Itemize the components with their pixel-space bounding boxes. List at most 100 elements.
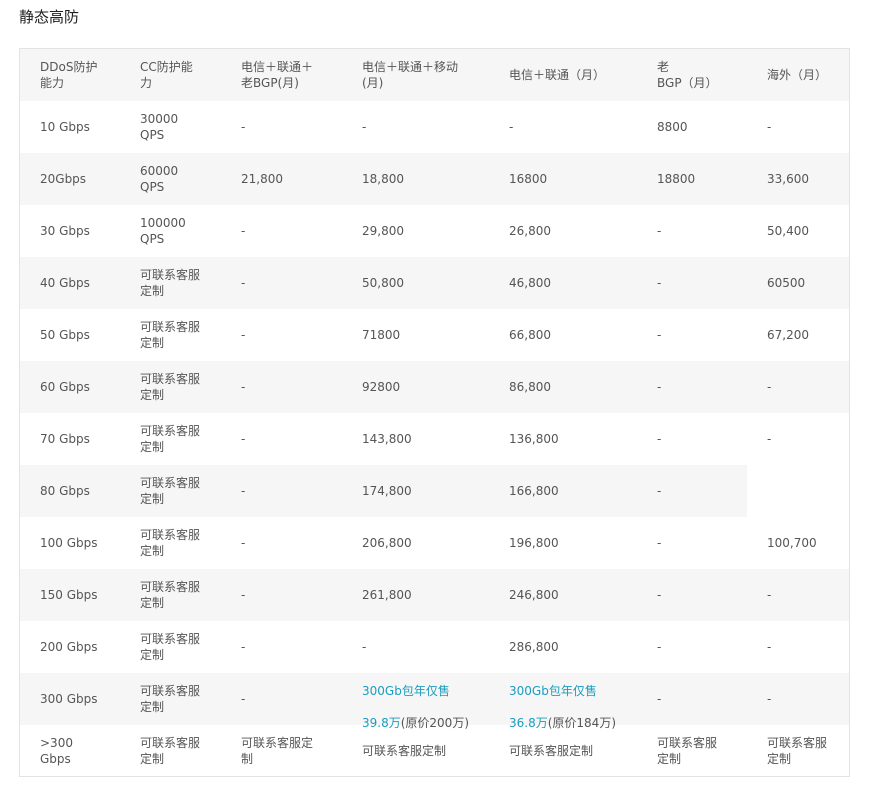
cell-overseas: - <box>767 380 772 394</box>
header-cc: CC防护能 力 <box>140 60 193 90</box>
cell-tel-uni-bgp: - <box>241 276 246 290</box>
cell-cc: 可联系客服 定制 <box>140 372 201 402</box>
cell-tel-uni-mobile: 92800 <box>362 380 401 394</box>
cell-tel-uni: 136,800 <box>509 432 559 446</box>
table-row: 70 Gbps 可联系客服 定制 - 143,800 136,800 - - <box>20 413 849 465</box>
cell-tel-uni: 16800 <box>509 172 548 186</box>
cell-tel-uni-bgp: - <box>241 692 246 706</box>
header-tel-uni: 电信＋联通（月） <box>509 68 606 82</box>
cell-cc: 可联系客服 定制 <box>140 476 201 506</box>
table-row: 200 Gbps 可联系客服 定制 - - 286,800 - - <box>20 621 849 673</box>
cell-old-bgp: - <box>657 640 662 654</box>
table-row: 40 Gbps 可联系客服 定制 - 50,800 46,800 - 60500 <box>20 257 849 309</box>
cell-overseas: 67,200 <box>767 328 809 342</box>
table-row: 10 Gbps 30000 QPS - - - 8800 - <box>20 101 849 153</box>
table-header-row: DDoS防护 能力 CC防护能 力 电信＋联通＋ 老BGP(月) 电信＋联通＋移… <box>20 49 849 101</box>
cell-ddos: 80 Gbps <box>40 484 90 498</box>
header-ddos: DDoS防护 能力 <box>40 60 98 90</box>
cell-old-bgp: - <box>657 328 662 342</box>
cell-tel-uni-bgp: - <box>241 328 246 342</box>
cell-tel-uni: 26,800 <box>509 224 551 238</box>
cell-tel-uni-mobile: 可联系客服定制 <box>362 744 447 758</box>
promo-tel-uni: 300Gb包年仅售 36.8万(原价184万) <box>509 673 657 730</box>
table-row: 50 Gbps 可联系客服 定制 - 71800 66,800 - 67,200 <box>20 309 849 361</box>
pricing-table: DDoS防护 能力 CC防护能 力 电信＋联通＋ 老BGP(月) 电信＋联通＋移… <box>19 48 850 777</box>
cell-tel-uni: 86,800 <box>509 380 551 394</box>
cell-tel-uni-bgp: 可联系客服定 制 <box>241 736 314 766</box>
cell-tel-uni: 46,800 <box>509 276 551 290</box>
cell-ddos: 200 Gbps <box>40 640 98 654</box>
cell-tel-uni: 286,800 <box>509 640 559 654</box>
cell-old-bgp: 可联系客服 定制 <box>657 736 718 766</box>
cell-old-bgp: - <box>657 432 662 446</box>
table-row: >300 Gbps 可联系客服 定制 可联系客服定 制 可联系客服定制 可联系客… <box>20 725 849 777</box>
cell-tel-uni: 196,800 <box>509 536 559 550</box>
table-row: 60 Gbps 可联系客服 定制 - 92800 86,800 - - <box>20 361 849 413</box>
cell-tel-uni-bgp: - <box>241 536 246 550</box>
cell-old-bgp: 8800 <box>657 120 688 134</box>
cell-tel-uni-bgp: 21,800 <box>241 172 283 186</box>
page-title: 静态高防 <box>19 8 80 26</box>
cell-ddos: 300 Gbps <box>40 692 98 706</box>
cell-overseas: - <box>767 120 772 134</box>
cell-old-bgp: - <box>657 536 662 550</box>
cell-tel-uni-mobile: 174,800 <box>362 484 412 498</box>
cell-cc: 30000 QPS <box>140 112 179 142</box>
cell-cc: 可联系客服 定制 <box>140 268 201 298</box>
cell-tel-uni-bgp: - <box>241 640 246 654</box>
cell-tel-uni-mobile: 18,800 <box>362 172 404 186</box>
table-row: 150 Gbps 可联系客服 定制 - 261,800 246,800 - - <box>20 569 849 621</box>
table-row: 100 Gbps 可联系客服 定制 - 206,800 196,800 - 10… <box>20 517 849 569</box>
table-row: 20Gbps 60000 QPS 21,800 18,800 16800 188… <box>20 153 849 205</box>
cell-tel-uni-mobile: 143,800 <box>362 432 412 446</box>
cell-tel-uni-mobile: 261,800 <box>362 588 412 602</box>
cell-overseas: - <box>767 692 772 706</box>
cell-tel-uni-mobile: - <box>362 640 367 654</box>
cell-ddos: >300 Gbps <box>40 736 73 766</box>
cell-overseas: - <box>767 640 772 654</box>
cell-old-bgp: - <box>657 484 662 498</box>
promo-line1: 300Gb包年仅售 <box>509 684 597 698</box>
cell-old-bgp: - <box>657 224 662 238</box>
cell-tel-uni: 166,800 <box>509 484 559 498</box>
cell-tel-uni-mobile: 29,800 <box>362 224 404 238</box>
cell-overseas: - <box>767 432 772 446</box>
cell-tel-uni-bgp: - <box>241 588 246 602</box>
cell-ddos: 30 Gbps <box>40 224 90 238</box>
cell-old-bgp: - <box>657 588 662 602</box>
cell-overseas: 可联系客服 定制 <box>767 736 828 766</box>
cell-cc: 可联系客服 定制 <box>140 528 201 558</box>
cell-tel-uni-bgp: - <box>241 432 246 446</box>
cell-cc: 100000 QPS <box>140 216 186 246</box>
cell-old-bgp: 18800 <box>657 172 696 186</box>
cell-overseas: 60500 <box>767 276 806 290</box>
cell-cc: 60000 QPS <box>140 164 179 194</box>
cell-tel-uni: 66,800 <box>509 328 551 342</box>
cell-old-bgp: - <box>657 692 662 706</box>
cell-cc: 可联系客服 定制 <box>140 580 201 610</box>
table-row: 30 Gbps 100000 QPS - 29,800 26,800 - 50,… <box>20 205 849 257</box>
cell-tel-uni-mobile: 71800 <box>362 328 401 342</box>
header-overseas: 海外（月） <box>767 68 828 82</box>
cell-cc: 可联系客服 定制 <box>140 684 201 714</box>
promo-tel-uni-mobile: 300Gb包年仅售 39.8万(原价200万) <box>362 673 509 730</box>
cell-ddos: 10 Gbps <box>40 120 90 134</box>
cell-cc: 可联系客服 定制 <box>140 736 201 766</box>
cell-tel-uni-mobile: 206,800 <box>362 536 412 550</box>
cell-tel-uni-mobile: - <box>362 120 367 134</box>
header-tel-uni-mobile: 电信＋联通＋移动 (月) <box>362 60 459 90</box>
cell-ddos: 100 Gbps <box>40 536 98 550</box>
cell-ddos: 70 Gbps <box>40 432 90 446</box>
header-tel-uni-bgp: 电信＋联通＋ 老BGP(月) <box>241 60 314 90</box>
table-row: 300 Gbps 可联系客服 定制 - 300Gb包年仅售 39.8万(原价20… <box>20 673 849 730</box>
cell-tel-uni-bgp: - <box>241 120 246 134</box>
table-row: 80 Gbps 可联系客服 定制 - 174,800 166,800 - <box>20 465 849 517</box>
cell-overseas: - <box>767 588 772 602</box>
cell-overseas: 50,400 <box>767 224 809 238</box>
cell-ddos: 40 Gbps <box>40 276 90 290</box>
cell-tel-uni-bgp: - <box>241 380 246 394</box>
cell-overseas: 100,700 <box>767 536 817 550</box>
cell-overseas: 33,600 <box>767 172 809 186</box>
cell-tel-uni-bgp: - <box>241 484 246 498</box>
cell-tel-uni-bgp: - <box>241 224 246 238</box>
